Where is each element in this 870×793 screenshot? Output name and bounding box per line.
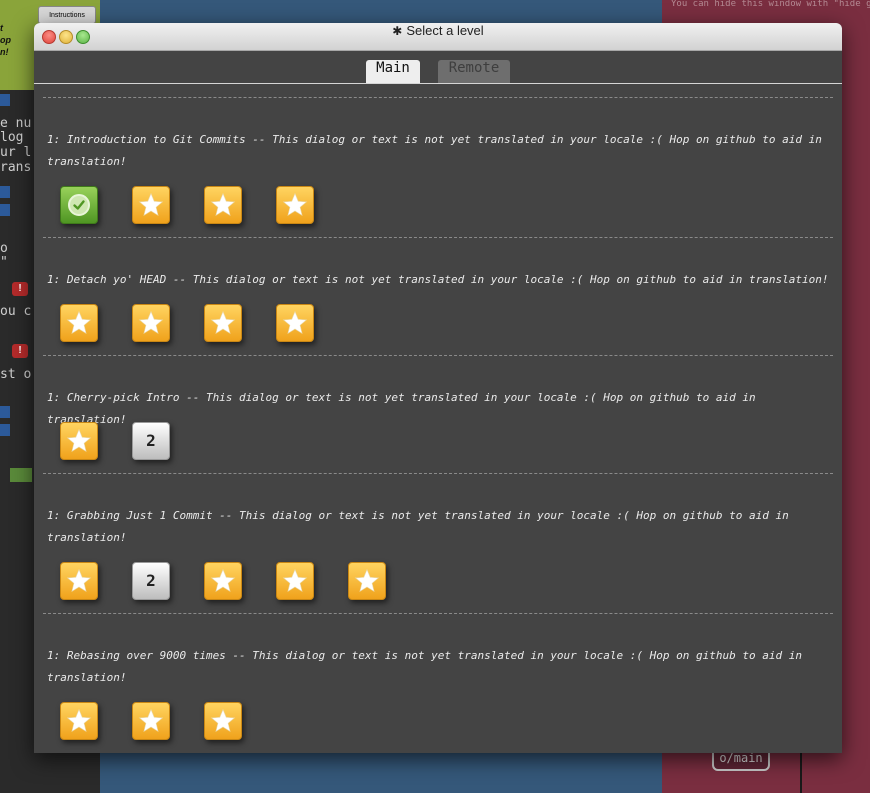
levels-list: 1: Introduction to Git Commits -- This d… — [43, 97, 833, 753]
level-row: 1: Rebasing over 9000 times -- This dial… — [43, 614, 833, 753]
level-row: 1: Cherry-pick Intro -- This dialog or t… — [43, 356, 833, 473]
check-icon[interactable] — [60, 186, 98, 224]
level-description: 1: Rebasing over 9000 times -- This dial… — [47, 649, 802, 684]
star-icon[interactable] — [132, 186, 170, 224]
error-icon: ! — [12, 344, 28, 358]
bg-right-hint: You can hide this window with "hide g — [671, 0, 870, 9]
level-number-button[interactable]: 2 — [132, 422, 170, 460]
level-description: 1: Introduction to Git Commits -- This d… — [47, 133, 822, 168]
pencil-icon — [0, 204, 10, 216]
bg-code-line: log — [0, 130, 24, 145]
star-icon[interactable] — [60, 304, 98, 342]
level-number-button[interactable]: 2 — [132, 562, 170, 600]
error-icon: ! — [12, 282, 28, 296]
bg-left-italic-text: t op n! — [0, 22, 11, 58]
pencil-icon — [0, 94, 10, 106]
pencil-icon — [0, 406, 10, 418]
star-icon[interactable] — [276, 186, 314, 224]
star-icon[interactable] — [276, 562, 314, 600]
star-icon[interactable] — [348, 562, 386, 600]
tab-bar: Main Remote — [34, 51, 842, 84]
bg-code-line: st o — [0, 367, 32, 382]
bg-code-line: e nu — [0, 116, 32, 131]
bg-code-line: ou c — [0, 304, 32, 319]
bg-code-line: " — [0, 255, 8, 270]
bg-italic-line: t — [0, 23, 3, 33]
level-row: 1: Detach yo' HEAD -- This dialog or tex… — [43, 238, 833, 355]
star-icon[interactable] — [60, 562, 98, 600]
bg-code-line: o — [0, 241, 8, 256]
star-icon[interactable] — [60, 422, 98, 460]
bg-code-line: ur l — [0, 145, 32, 160]
star-icon[interactable] — [60, 702, 98, 740]
level-description: 1: Detach yo' HEAD -- This dialog or tex… — [47, 273, 829, 286]
star-icon[interactable] — [204, 562, 242, 600]
level-row: 1: Introduction to Git Commits -- This d… — [43, 98, 833, 237]
dialog-title: ✱ Select a level — [34, 23, 842, 50]
titlebar: ✱ Select a level — [34, 23, 842, 51]
pencil-icon — [0, 186, 10, 198]
star-icon[interactable] — [132, 702, 170, 740]
gear-icon: ✱ — [392, 24, 403, 38]
success-mark — [10, 468, 32, 482]
level-description: 1: Cherry-pick Intro -- This dialog or t… — [47, 391, 756, 426]
star-icon[interactable] — [204, 186, 242, 224]
tab-main[interactable]: Main — [366, 60, 420, 84]
bg-italic-line: op — [0, 35, 11, 45]
star-icon[interactable] — [204, 304, 242, 342]
instructions-button[interactable]: Instructions — [38, 6, 96, 24]
tab-remote[interactable]: Remote — [438, 60, 510, 84]
star-icon[interactable] — [132, 304, 170, 342]
bg-italic-line: n! — [0, 47, 9, 57]
star-icon[interactable] — [204, 702, 242, 740]
level-select-dialog: ✱ Select a level Main Remote 1: Introduct… — [34, 23, 842, 753]
level-description: 1: Grabbing Just 1 Commit -- This dialog… — [47, 509, 789, 544]
tab-underline — [34, 83, 842, 84]
bg-code-line: rans — [0, 160, 32, 175]
dialog-title-text: Select a level — [406, 23, 484, 38]
pencil-icon — [0, 424, 10, 436]
star-icon[interactable] — [276, 304, 314, 342]
level-row: 1: Grabbing Just 1 Commit -- This dialog… — [43, 474, 833, 613]
